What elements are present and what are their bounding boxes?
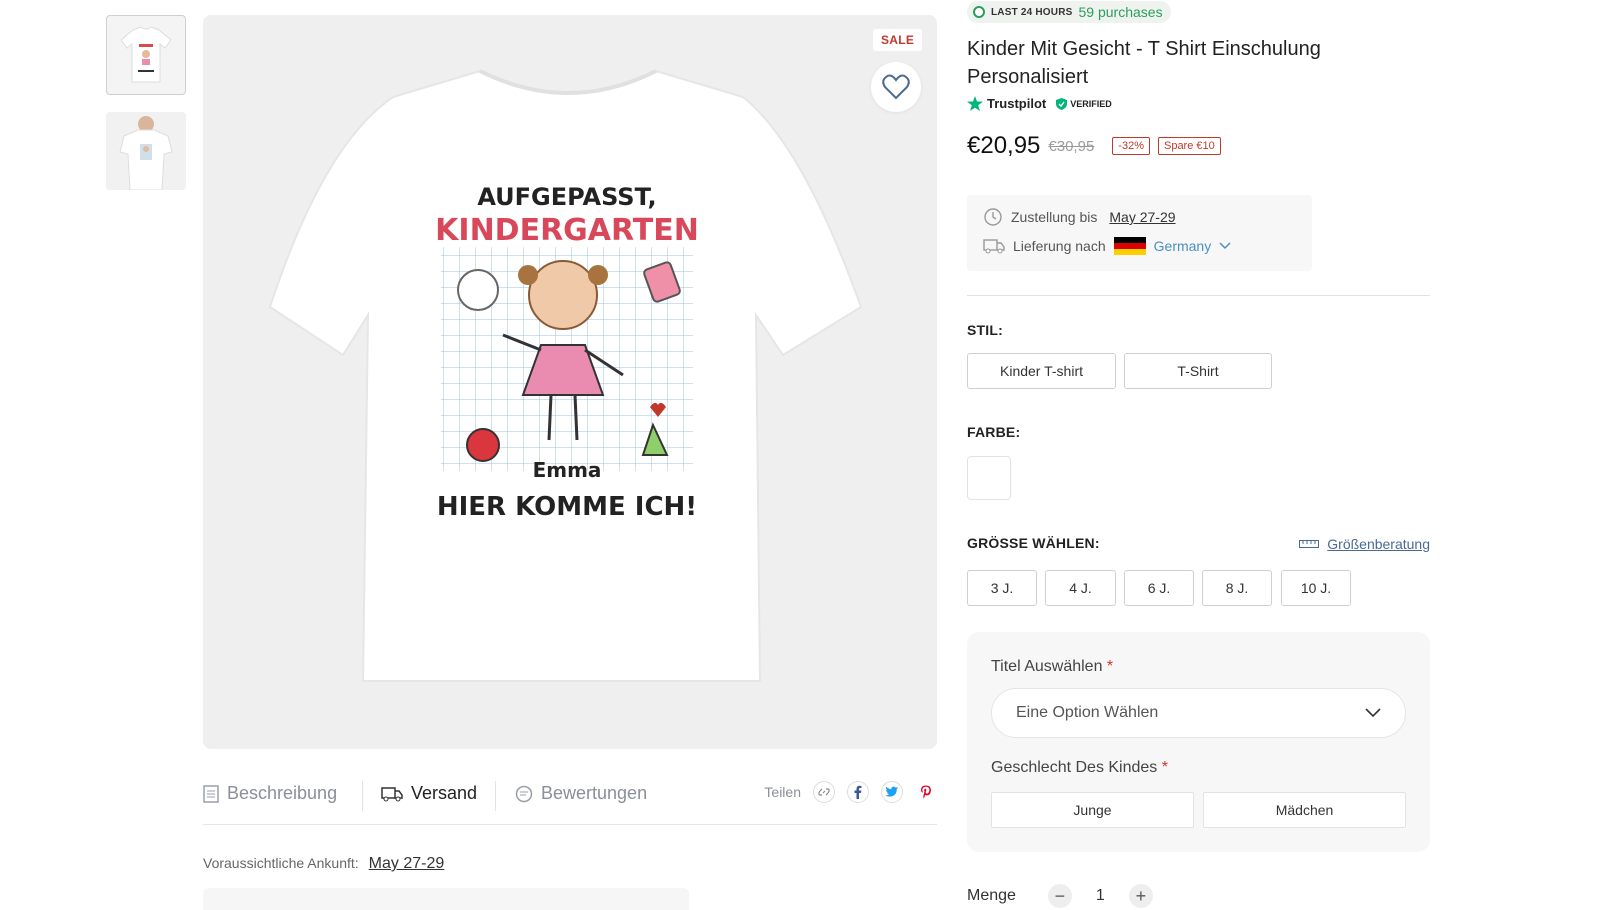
truck-icon — [381, 786, 403, 801]
size-option-10[interactable]: 10 J. — [1281, 570, 1351, 606]
truck-icon — [983, 239, 1005, 254]
delivery-date[interactable]: May 27-29 — [1109, 209, 1175, 225]
tab-bewertungen[interactable]: Bewertungen — [515, 783, 647, 804]
style-option-tshirt[interactable]: T-Shirt — [1124, 353, 1272, 389]
arrival-date[interactable]: May 27-29 — [369, 855, 445, 873]
purchases-count: 59 purchases — [1078, 4, 1163, 20]
size-option-4[interactable]: 4 J. — [1045, 570, 1116, 606]
star-icon — [967, 96, 983, 111]
trustpilot-name: Trustpilot — [987, 96, 1047, 111]
ship-to-row[interactable]: Lieferung nach Germany — [983, 237, 1231, 255]
size-guide-link[interactable]: Größenberatung — [1299, 536, 1430, 552]
color-label: FARBE: — [967, 424, 1021, 440]
size-label: GRÖSSE WÄHLEN: — [967, 535, 1100, 551]
print-name: Emma — [533, 458, 602, 482]
shield-check-icon — [1056, 97, 1068, 110]
title-select-label: Titel Auswählen * — [991, 658, 1114, 675]
tshirt-thumbnail-image — [120, 26, 172, 83]
delivery-panel: Zustellung bis May 27-29 Lieferung nach … — [967, 195, 1312, 271]
share-label: Teilen — [764, 784, 801, 800]
status-dot-icon — [973, 6, 985, 18]
quantity-minus-button[interactable]: − — [1047, 884, 1072, 908]
verified-label: VERIFIED — [1070, 98, 1112, 109]
print-line1: AUFGEPASST, — [477, 183, 656, 211]
sale-badge: SALE — [873, 29, 923, 51]
ruler-icon — [1299, 540, 1320, 548]
color-swatch-white[interactable] — [967, 456, 1011, 500]
thumbnail-model[interactable] — [106, 112, 186, 190]
chevron-down-icon — [1219, 242, 1231, 250]
style-option-kinder-tshirt[interactable]: Kinder T-shirt — [967, 353, 1116, 389]
model-thumbnail-image — [106, 112, 186, 190]
savings-badge: Spare €10 — [1157, 137, 1221, 155]
style-label: STIL: — [967, 322, 1003, 338]
original-price: €30,95 — [1048, 137, 1095, 155]
twitter-icon[interactable] — [881, 781, 903, 803]
quantity-value[interactable]: 1 — [1096, 887, 1105, 905]
product-image[interactable]: AUFGEPASST, KINDERGARTEN Emma HIER KOMME… — [203, 15, 937, 749]
ship-to-label: Lieferung nach — [1013, 238, 1106, 254]
ship-country[interactable]: Germany — [1154, 238, 1212, 254]
trustpilot-badge[interactable]: Trustpilot VERIFIED — [967, 96, 1112, 111]
tshirt-image: AUFGEPASST, KINDERGARTEN Emma HIER KOMME… — [268, 69, 863, 682]
facebook-icon[interactable] — [847, 781, 869, 803]
info-tabs: Beschreibung Versand Bewertungen Teilen — [203, 777, 937, 825]
share-bar: Teilen — [764, 781, 937, 803]
tab-label-beschreibung: Beschreibung — [227, 783, 338, 803]
print-line2: KINDERGARTEN — [435, 213, 699, 248]
quantity-label: Menge — [967, 887, 1016, 904]
quantity-stepper: Menge − 1 + — [967, 884, 1153, 908]
title-select[interactable]: Eine Option Wählen — [991, 688, 1406, 738]
discount-badge: -32% — [1112, 137, 1150, 155]
delivery-date-row: Zustellung bis May 27-29 — [983, 207, 1176, 227]
history-clock-icon — [984, 208, 1002, 226]
tab-versand[interactable]: Versand — [381, 783, 477, 804]
tab-label-bewertungen: Bewertungen — [541, 783, 648, 803]
personalization-panel: Titel Auswählen * Eine Option Wählen Ges… — [967, 632, 1430, 852]
print-line3: HIER KOMME ICH! — [437, 492, 697, 522]
estimated-arrival: Voraussichtliche Ankunft: May 27-29 — [203, 855, 444, 873]
divider — [967, 295, 1430, 296]
current-price: €20,95 — [967, 132, 1041, 159]
shipping-info-panel — [203, 888, 689, 910]
purchases-badge: LAST 24 HOURS 59 purchases — [967, 1, 1171, 23]
document-icon — [203, 784, 219, 803]
thumbnail-front[interactable] — [106, 15, 186, 95]
product-title: Kinder Mit Gesicht - T Shirt Einschulung… — [967, 38, 1321, 88]
quantity-plus-button[interactable]: + — [1128, 884, 1153, 908]
chat-icon — [515, 785, 533, 802]
delivery-date-label: Zustellung bis — [1011, 209, 1098, 225]
gender-option-junge[interactable]: Junge — [991, 792, 1194, 828]
link-icon[interactable] — [813, 781, 835, 803]
tab-beschreibung[interactable]: Beschreibung — [203, 783, 337, 804]
size-option-6[interactable]: 6 J. — [1124, 570, 1194, 606]
pinterest-icon[interactable] — [915, 781, 937, 803]
tab-label-versand: Versand — [411, 783, 478, 803]
title-select-value: Eine Option Wählen — [1016, 704, 1159, 721]
wishlist-button[interactable] — [871, 62, 921, 112]
size-option-8[interactable]: 8 J. — [1202, 570, 1272, 606]
germany-flag-icon — [1113, 237, 1146, 255]
gender-option-maedchen[interactable]: Mädchen — [1203, 792, 1406, 828]
gender-label: Geschlecht Des Kindes * — [991, 759, 1168, 776]
price-row: €20,95 €30,95 -32% Spare €10 — [967, 132, 1221, 160]
size-option-3[interactable]: 3 J. — [967, 570, 1037, 606]
size-guide-label: Größenberatung — [1327, 536, 1430, 552]
arrival-label: Voraussichtliche Ankunft: — [203, 855, 359, 871]
purchases-period: LAST 24 HOURS — [991, 6, 1073, 18]
verified-badge: VERIFIED — [1056, 97, 1112, 110]
chevron-down-icon — [1365, 708, 1381, 718]
heart-icon — [882, 74, 910, 100]
